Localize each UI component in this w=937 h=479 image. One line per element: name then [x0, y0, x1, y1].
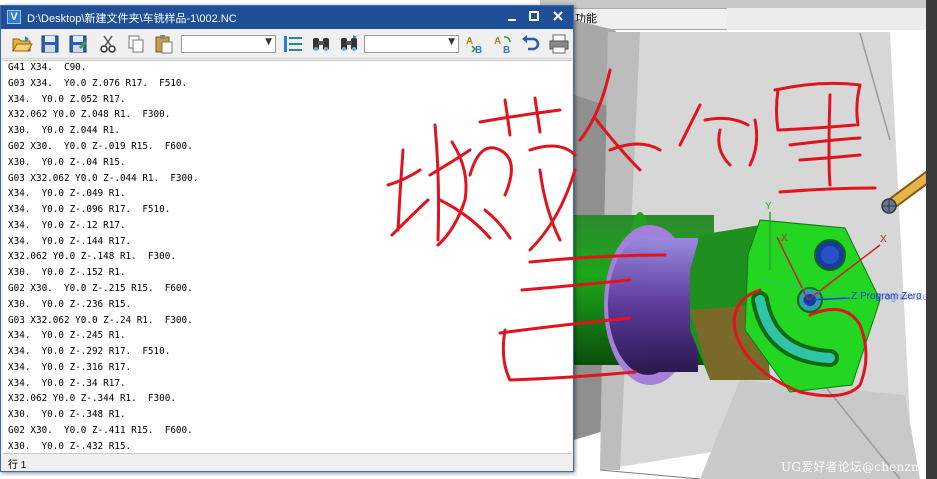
code-line[interactable]: X34. Y0.0 Z-.34 R17.	[8, 378, 126, 390]
code-line[interactable]: X32.062 Y0.0 Z-.148 R1. F300.	[8, 251, 176, 263]
sort-ab-icon: AB	[466, 36, 482, 55]
code-line[interactable]: G41 X34. C90.	[8, 62, 86, 74]
replace-ab-button[interactable]: AB	[492, 33, 514, 55]
code-line[interactable]: X32.062 Y0.0 Z.048 R1. F300.	[8, 109, 170, 121]
floppy-disk-icon	[41, 35, 59, 53]
y-axis-label: Y	[765, 201, 772, 212]
line-number-status: 行 1	[8, 460, 27, 471]
code-line[interactable]: X30. Y0.0 Z-.152 R1.	[8, 267, 126, 279]
code-line[interactable]: X34. Y0.0 Z.052 R17.	[8, 94, 126, 106]
code-line[interactable]: G03 X32.062 Y0.0 Z-.24 R1. F300.	[8, 315, 193, 327]
code-line[interactable]: G03 X34. Y0.0 Z.076 R17. F510.	[8, 78, 187, 90]
cut-button[interactable]	[97, 33, 119, 55]
z-axis-label: Z	[851, 291, 858, 302]
x-axis-label-1: X	[781, 233, 788, 244]
watermark-text: UG爱好者论坛@chenzm	[781, 460, 923, 474]
clipboard-icon	[155, 35, 173, 54]
app-logo-icon: V	[7, 10, 21, 24]
copy-icon	[128, 35, 144, 53]
code-line[interactable]: X30. Y0.0 Z-.236 R15.	[8, 299, 131, 311]
code-line[interactable]: X30. Y0.0 Z-.348 R1.	[8, 409, 126, 421]
svg-text:A: A	[466, 36, 473, 47]
code-line[interactable]: X30. Y0.0 Z-.04 R15.	[8, 157, 126, 169]
code-line[interactable]: X30. Y0.0 Z-.432 R15.	[8, 441, 131, 453]
close-button[interactable]	[547, 8, 569, 26]
undo-button[interactable]	[520, 33, 542, 55]
window-title: D:\Desktop\新建文件夹\车铣样品-1\002.NC	[27, 13, 237, 25]
viewport-right-edge	[926, 0, 937, 479]
code-line[interactable]: X34. Y0.0 Z-.292 R17. F510.	[8, 346, 170, 358]
open-folder-icon	[12, 36, 33, 52]
code-line[interactable]: X34. Y0.0 Z-.096 R17. F510.	[8, 204, 170, 216]
code-line[interactable]: X32.062 Y0.0 Z-.344 R1. F300.	[8, 393, 176, 405]
undo-icon	[522, 35, 540, 51]
chevron-down-icon: ▼	[265, 37, 272, 47]
nc-editor-window[interactable]: V D:\Desktop\新建文件夹\车铣样品-1\002.NC ▼ ▼ A B…	[0, 5, 574, 472]
code-line[interactable]: G02 X30. Y0.0 Z-.411 R15. F600.	[8, 425, 193, 437]
sort-ab-button[interactable]: AB	[464, 33, 486, 55]
code-line[interactable]: X30. Y0.0 Z.044 R1.	[8, 125, 120, 137]
step-button[interactable]	[282, 33, 304, 55]
save-as-button[interactable]	[67, 33, 89, 55]
open-button[interactable]	[11, 33, 33, 55]
screen: 功能 Y X X Z Program Zero Program Zero UG爱…	[0, 0, 937, 479]
replace-ab-icon: AB	[494, 36, 511, 55]
print-button[interactable]	[548, 33, 570, 55]
list-step-icon	[284, 36, 302, 52]
maximize-button[interactable]	[523, 8, 545, 26]
code-line[interactable]: X34. Y0.0 Z-.12 R17.	[8, 220, 126, 232]
minimize-icon	[508, 19, 516, 21]
code-editor[interactable]: G41 X34. C90. G03 X34. Y0.0 Z.076 R17. F…	[3, 60, 572, 454]
editor-statusbar: 行 1	[1, 454, 573, 471]
copy-button[interactable]	[125, 33, 147, 55]
code-line[interactable]: G03 X32.062 Y0.0 Z-.044 R1. F300.	[8, 173, 198, 185]
x-axis-label-2: X	[880, 234, 887, 245]
binoculars-icon	[313, 38, 329, 51]
printer-icon	[549, 34, 569, 54]
toolbar-dropdown-2[interactable]: ▼	[364, 35, 459, 53]
scissors-icon	[100, 35, 116, 53]
editor-toolbar: ▼ ▼ AB AB	[1, 29, 573, 59]
code-line[interactable]: G02 X30. Y0.0 Z-.215 R15. F600.	[8, 283, 193, 295]
code-line[interactable]: X34. Y0.0 Z-.316 R17.	[8, 362, 131, 374]
save-as-icon	[69, 35, 87, 53]
close-icon	[553, 11, 563, 21]
code-line[interactable]: X34. Y0.0 Z-.049 R1.	[8, 188, 126, 200]
minimize-button[interactable]	[501, 8, 523, 26]
code-line[interactable]: X34. Y0.0 Z-.144 R17.	[8, 236, 131, 248]
save-button[interactable]	[39, 33, 61, 55]
code-line[interactable]: X34. Y0.0 Z-.245 R1.	[8, 330, 126, 342]
svg-text:B: B	[475, 45, 482, 55]
svg-text:A: A	[494, 36, 501, 47]
chevron-down-icon: ▼	[448, 37, 455, 47]
toolbar-dropdown-1[interactable]: ▼	[181, 35, 276, 53]
binoculars-next-icon	[341, 35, 357, 51]
find-button[interactable]	[310, 33, 332, 55]
find-next-button[interactable]	[338, 33, 360, 55]
svg-text:B: B	[503, 45, 510, 55]
paste-button[interactable]	[153, 33, 175, 55]
code-line[interactable]: G02 X30. Y0.0 Z-.019 R15. F600.	[8, 141, 193, 153]
maximize-icon	[529, 11, 539, 21]
editor-titlebar[interactable]: V D:\Desktop\新建文件夹\车铣样品-1\002.NC	[1, 6, 573, 29]
